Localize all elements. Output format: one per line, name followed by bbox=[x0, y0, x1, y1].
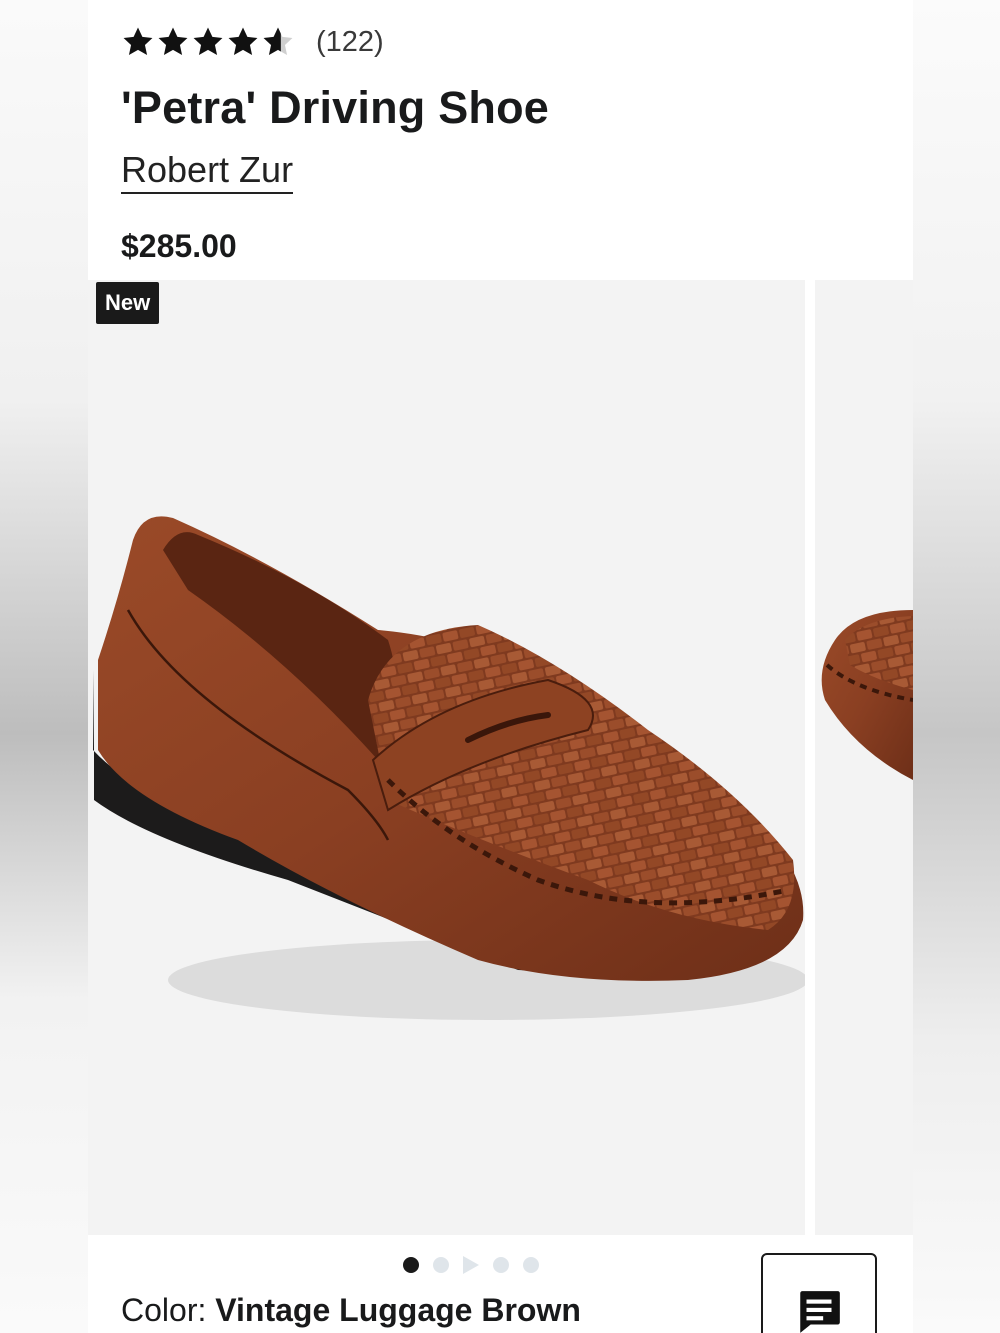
product-image-next[interactable] bbox=[815, 280, 913, 1235]
rating[interactable]: (122) bbox=[121, 25, 384, 59]
star-icon bbox=[158, 27, 188, 56]
loafer-closeup-illustration bbox=[821, 610, 913, 780]
carousel-dot-5[interactable] bbox=[523, 1257, 539, 1273]
chat-button[interactable] bbox=[761, 1253, 877, 1333]
color-value: Vintage Luggage Brown bbox=[215, 1292, 581, 1328]
new-badge: New bbox=[96, 282, 160, 324]
loafer-illustration bbox=[93, 516, 805, 1020]
product-image-main[interactable]: New bbox=[88, 280, 805, 1235]
color-label: Color: bbox=[121, 1292, 207, 1328]
product-title: 'Petra' Driving Shoe bbox=[121, 82, 550, 133]
selected-color: Color: Vintage Luggage Brown bbox=[121, 1292, 581, 1329]
carousel-dots[interactable] bbox=[403, 1256, 539, 1274]
star-icon bbox=[123, 27, 153, 56]
product-page: (122) 'Petra' Driving Shoe Robert Zur $2… bbox=[88, 0, 913, 1333]
star-half-icon bbox=[263, 27, 293, 56]
star-icon bbox=[193, 27, 223, 56]
review-count[interactable]: (122) bbox=[316, 26, 384, 59]
chat-icon bbox=[800, 1291, 840, 1333]
product-price: $285.00 bbox=[121, 228, 237, 264]
carousel-dot-1[interactable] bbox=[403, 1257, 419, 1273]
star-rating bbox=[121, 25, 296, 59]
brand-link[interactable]: Robert Zur bbox=[121, 150, 294, 194]
background-left bbox=[0, 0, 88, 1333]
carousel-dot-2[interactable] bbox=[433, 1257, 449, 1273]
play-video-icon[interactable] bbox=[463, 1256, 479, 1274]
star-icon bbox=[228, 27, 258, 56]
background-right bbox=[913, 0, 1000, 1333]
image-carousel[interactable]: New bbox=[88, 280, 913, 1235]
carousel-dot-4[interactable] bbox=[493, 1257, 509, 1273]
